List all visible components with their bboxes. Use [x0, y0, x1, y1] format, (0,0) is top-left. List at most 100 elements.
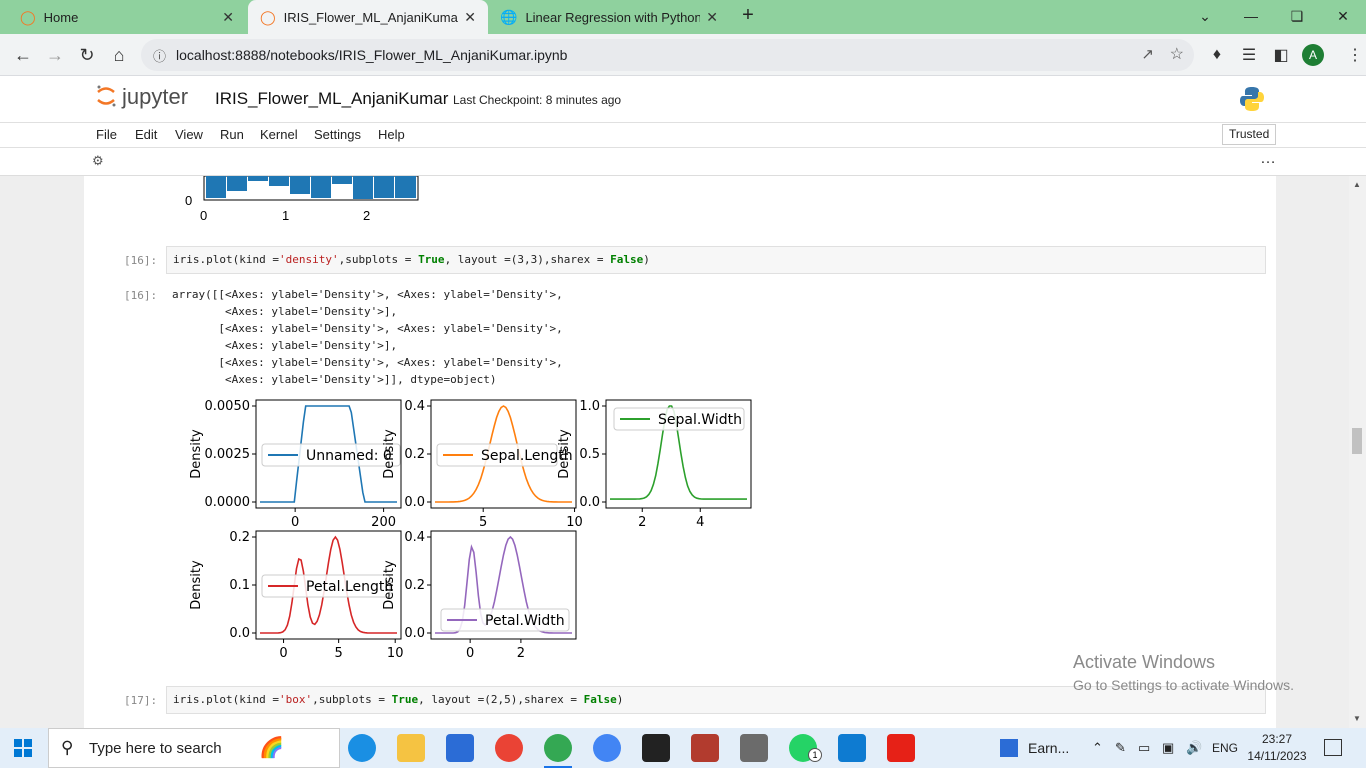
scroll-up-icon[interactable]: ▲ — [1353, 180, 1361, 189]
y-tick-label: 0.0025 — [205, 447, 251, 462]
menu-kernel[interactable]: Kernel — [260, 127, 298, 142]
x-tick-label: 0 — [279, 646, 287, 661]
density-subplots: 0.00000.00250.00500 200Density Unnamed: 00… — [189, 399, 752, 661]
x-tick-label: 1 — [282, 208, 290, 223]
jupyter-logo-text: jupyter — [122, 84, 189, 109]
input-prompt: [16]: — [124, 254, 158, 267]
forward-icon[interactable]: → — [40, 40, 70, 70]
menu-settings[interactable]: Settings — [314, 127, 361, 142]
close-icon[interactable]: ✕ — [222, 9, 234, 26]
checkpoint-status: Last Checkpoint: 8 minutes ago — [453, 93, 622, 107]
file-explorer-icon[interactable] — [397, 734, 425, 762]
tab-linear-regression[interactable]: 🌐 Linear Regression with Python ✕ — [488, 0, 730, 34]
close-icon[interactable]: ✕ — [464, 9, 476, 26]
output-prompt: [16]: — [124, 289, 158, 302]
trusted-indicator[interactable]: Trusted — [1222, 124, 1277, 145]
jupyter-logo-icon — [95, 83, 117, 109]
address-bar[interactable]: ⓘ localhost:8888/notebooks/IRIS_Flower_M… — [141, 39, 1194, 71]
more-icon[interactable]: … — [1260, 150, 1276, 168]
youtube-icon[interactable] — [887, 734, 915, 762]
legend-label: Petal.Width — [485, 613, 565, 629]
clock-time[interactable]: 23:27 — [1250, 732, 1304, 746]
chrome-profile-2-icon[interactable] — [593, 734, 621, 762]
code-token: ) — [616, 693, 624, 706]
scrollbar-thumb[interactable] — [1352, 428, 1362, 454]
notebook-title[interactable]: IRIS_Flower_ML_AnjaniKumar — [215, 89, 448, 109]
close-window-button[interactable]: ✕ — [1320, 0, 1366, 32]
battery-icon[interactable]: ▭ — [1138, 728, 1150, 768]
settings-gear-icon[interactable] — [740, 734, 768, 762]
bookmark-star-icon[interactable]: ☆ — [1170, 44, 1184, 64]
volume-icon[interactable]: 🔊 — [1186, 728, 1202, 768]
legend-label: Unnamed: 0 — [306, 448, 392, 464]
restore-button[interactable]: ❏ — [1274, 0, 1320, 32]
store-icon[interactable] — [446, 734, 474, 762]
windows-start-icon[interactable] — [14, 739, 32, 757]
people-icon[interactable]: ✎ — [1115, 728, 1126, 768]
y-axis-label: Density — [189, 560, 204, 610]
scroll-down-icon[interactable]: ▼ — [1353, 714, 1361, 723]
menu-file[interactable]: File — [96, 127, 117, 142]
extensions-icon[interactable]: ♦ — [1202, 40, 1232, 70]
earn-widget[interactable]: Earn... — [1000, 728, 1069, 768]
y-tick-label: 0.2 — [404, 447, 425, 462]
jupyter-icon: ◯ — [20, 8, 36, 25]
x-tick-label: 5 — [335, 646, 343, 661]
side-panel-icon[interactable]: ◧ — [1266, 40, 1296, 70]
windows-taskbar: ⚲ Type here to search 🌈 1 Earn... ⌃ ✎ ▭ … — [0, 728, 1366, 768]
cell-output-text: array([[<Axes: ylabel='Density'>, <Axes:… — [172, 288, 563, 386]
menu-help[interactable]: Help — [378, 127, 405, 142]
kernel-status-icon: ⚙ — [92, 153, 104, 168]
minimize-button[interactable]: — — [1228, 0, 1274, 32]
network-icon[interactable]: ▣ — [1162, 728, 1174, 768]
menu-edit[interactable]: Edit — [135, 127, 157, 142]
jupyter-menubar: File Edit View Run Kernel Settings Help … — [0, 122, 1366, 148]
archive-icon[interactable] — [691, 734, 719, 762]
tab-home[interactable]: ◯ Home ✕ — [8, 0, 246, 34]
legend-label: Sepal.Width — [658, 412, 742, 428]
more-vert-icon[interactable]: ⋮ — [1340, 40, 1366, 70]
previous-histogram — [203, 176, 419, 201]
chrome-icon[interactable] — [495, 734, 523, 762]
x-tick-label: 5 — [479, 515, 487, 530]
x-tick-label: 0 — [200, 208, 208, 223]
x-tick-label: 4 — [696, 515, 704, 530]
jupyter-header: jupyter IRIS_Flower_ML_AnjaniKumar Last … — [0, 76, 1366, 122]
media-icon[interactable]: ☰ — [1234, 40, 1264, 70]
language-indicator[interactable]: ENG — [1212, 728, 1238, 768]
code-token: True — [391, 693, 419, 706]
y-tick-label: 0.4 — [404, 399, 425, 414]
vertical-scrollbar[interactable]: ▲ ▼ — [1349, 176, 1366, 728]
y-tick-label: 0.0000 — [205, 495, 251, 510]
reload-icon[interactable]: ↻ — [72, 40, 102, 70]
clock-date[interactable]: 14/11/2023 — [1246, 749, 1308, 763]
x-tick-label: 0 — [466, 646, 474, 661]
code-token: , layout =(3,3),sharex = — [444, 253, 611, 266]
x-tick-label: 2 — [638, 515, 646, 530]
chevron-up-icon[interactable]: ⌃ — [1092, 728, 1103, 768]
taskbar-search-input[interactable]: ⚲ Type here to search 🌈 — [48, 728, 340, 768]
code-cell-16[interactable]: iris.plot(kind ='density',subplots = Tru… — [166, 246, 1266, 274]
x-tick-label: 2 — [363, 208, 371, 223]
y-tick-label: 0.2 — [229, 530, 250, 545]
home-icon[interactable]: ⌂ — [104, 40, 134, 70]
code-token: , layout =(2,5),sharex = — [418, 693, 584, 706]
terminal-icon[interactable] — [642, 734, 670, 762]
y-axis-label: Density — [382, 560, 397, 610]
x-tick-label: 0 — [291, 515, 299, 530]
globe-icon: 🌐 — [500, 8, 518, 25]
notifications-icon[interactable] — [1324, 739, 1342, 756]
avatar[interactable]: A — [1302, 44, 1324, 66]
close-icon[interactable]: ✕ — [706, 9, 718, 26]
y-tick-label: 0.0 — [404, 626, 425, 641]
chrome-profile-icon[interactable] — [544, 734, 572, 762]
new-tab-button[interactable]: + — [736, 4, 760, 30]
tab-notebook[interactable]: ◯ IRIS_Flower_ML_AnjaniKumar ✕ — [248, 0, 488, 34]
back-icon[interactable]: ← — [8, 40, 38, 70]
menu-run[interactable]: Run — [220, 127, 244, 142]
share-icon[interactable]: ↗ — [1141, 45, 1154, 63]
menu-view[interactable]: View — [175, 127, 203, 142]
tab-search-icon[interactable]: ⌄ — [1182, 0, 1228, 32]
edge-icon[interactable] — [348, 734, 376, 762]
vscode-icon[interactable] — [838, 734, 866, 762]
